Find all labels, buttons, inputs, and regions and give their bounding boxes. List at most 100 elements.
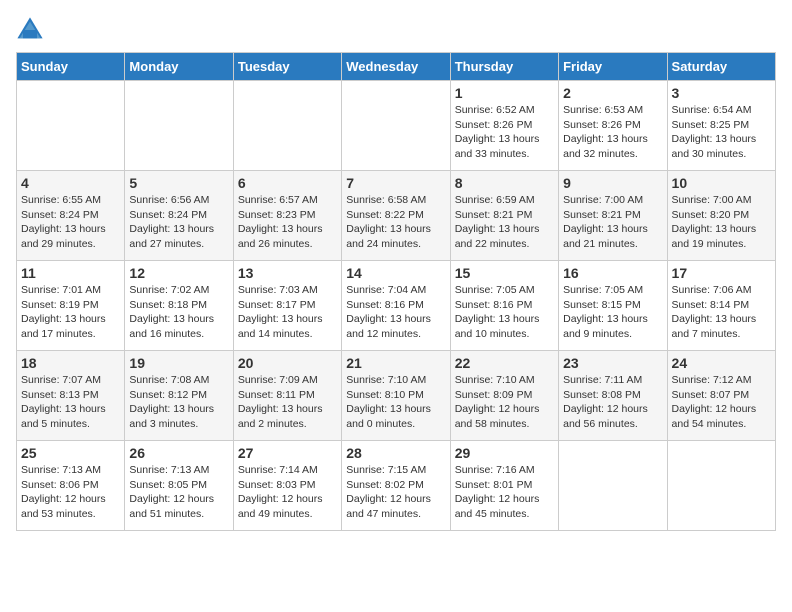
day-info: Sunrise: 7:11 AMSunset: 8:08 PMDaylight:… (563, 373, 662, 432)
day-number: 5 (129, 175, 228, 191)
day-number: 11 (21, 265, 120, 281)
day-info: Sunrise: 7:00 AMSunset: 8:21 PMDaylight:… (563, 193, 662, 252)
calendar-cell: 25 Sunrise: 7:13 AMSunset: 8:06 PMDayligh… (17, 441, 125, 531)
calendar-week-row: 18 Sunrise: 7:07 AMSunset: 8:13 PMDayligh… (17, 351, 776, 441)
day-number: 18 (21, 355, 120, 371)
calendar-cell (17, 81, 125, 171)
day-of-week-friday: Friday (559, 53, 667, 81)
calendar-cell: 13 Sunrise: 7:03 AMSunset: 8:17 PMDayligh… (233, 261, 341, 351)
day-of-week-thursday: Thursday (450, 53, 558, 81)
calendar-cell: 3 Sunrise: 6:54 AMSunset: 8:25 PMDaylight… (667, 81, 775, 171)
calendar-cell: 8Sunrise: 6:59 AMSunset: 8:21 PMDaylight… (450, 171, 558, 261)
day-info: Sunrise: 6:56 AMSunset: 8:24 PMDaylight:… (129, 193, 228, 252)
calendar-cell: 6Sunrise: 6:57 AMSunset: 8:23 PMDaylight… (233, 171, 341, 261)
calendar-cell: 10 Sunrise: 7:00 AMSunset: 8:20 PMDayligh… (667, 171, 775, 261)
day-info: Sunrise: 7:03 AMSunset: 8:17 PMDaylight:… (238, 283, 337, 342)
calendar-cell: 4 Sunrise: 6:55 AMSunset: 8:24 PMDaylight… (17, 171, 125, 261)
calendar-cell: 7 Sunrise: 6:58 AMSunset: 8:22 PMDaylight… (342, 171, 450, 261)
day-info: Sunrise: 6:59 AMSunset: 8:21 PMDaylight:… (455, 193, 554, 252)
calendar-table: SundayMondayTuesdayWednesdayThursdayFrid… (16, 52, 776, 531)
day-info: Sunrise: 7:06 AMSunset: 8:14 PMDaylight:… (672, 283, 771, 342)
day-number: 24 (672, 355, 771, 371)
calendar-cell: 16 Sunrise: 7:05 AMSunset: 8:15 PMDayligh… (559, 261, 667, 351)
calendar-cell (233, 81, 341, 171)
day-info: Sunrise: 7:00 AMSunset: 8:20 PMDaylight:… (672, 193, 771, 252)
day-info: Sunrise: 7:10 AMSunset: 8:09 PMDaylight:… (455, 373, 554, 432)
calendar-week-row: 11 Sunrise: 7:01 AMSunset: 8:19 PMDayligh… (17, 261, 776, 351)
calendar-cell (559, 441, 667, 531)
day-number: 25 (21, 445, 120, 461)
logo (16, 16, 48, 44)
day-of-week-monday: Monday (125, 53, 233, 81)
day-number: 3 (672, 85, 771, 101)
day-number: 16 (563, 265, 662, 281)
day-number: 4 (21, 175, 120, 191)
day-info: Sunrise: 7:12 AMSunset: 8:07 PMDaylight:… (672, 373, 771, 432)
calendar-header-row: SundayMondayTuesdayWednesdayThursdayFrid… (17, 53, 776, 81)
calendar-week-row: 1 Sunrise: 6:52 AMSunset: 8:26 PMDaylight… (17, 81, 776, 171)
day-info: Sunrise: 6:52 AMSunset: 8:26 PMDaylight:… (455, 103, 554, 162)
day-number: 27 (238, 445, 337, 461)
calendar-cell: 28Sunrise: 7:15 AMSunset: 8:02 PMDayligh… (342, 441, 450, 531)
day-number: 17 (672, 265, 771, 281)
day-number: 20 (238, 355, 337, 371)
calendar-cell: 2 Sunrise: 6:53 AMSunset: 8:26 PMDaylight… (559, 81, 667, 171)
day-info: Sunrise: 6:53 AMSunset: 8:26 PMDaylight:… (563, 103, 662, 162)
day-info: Sunrise: 7:04 AMSunset: 8:16 PMDaylight:… (346, 283, 445, 342)
day-of-week-saturday: Saturday (667, 53, 775, 81)
day-number: 10 (672, 175, 771, 191)
calendar-cell (125, 81, 233, 171)
day-info: Sunrise: 7:05 AMSunset: 8:15 PMDaylight:… (563, 283, 662, 342)
calendar-cell: 15Sunrise: 7:05 AMSunset: 8:16 PMDayligh… (450, 261, 558, 351)
calendar-cell: 29 Sunrise: 7:16 AMSunset: 8:01 PMDayligh… (450, 441, 558, 531)
calendar-cell: 24 Sunrise: 7:12 AMSunset: 8:07 PMDayligh… (667, 351, 775, 441)
day-number: 12 (129, 265, 228, 281)
header (16, 16, 776, 44)
day-info: Sunrise: 6:58 AMSunset: 8:22 PMDaylight:… (346, 193, 445, 252)
calendar-cell: 27Sunrise: 7:14 AMSunset: 8:03 PMDayligh… (233, 441, 341, 531)
day-number: 2 (563, 85, 662, 101)
day-number: 26 (129, 445, 228, 461)
day-number: 6 (238, 175, 337, 191)
day-number: 22 (455, 355, 554, 371)
day-info: Sunrise: 7:13 AMSunset: 8:05 PMDaylight:… (129, 463, 228, 522)
calendar-week-row: 4 Sunrise: 6:55 AMSunset: 8:24 PMDaylight… (17, 171, 776, 261)
calendar-cell: 23 Sunrise: 7:11 AMSunset: 8:08 PMDayligh… (559, 351, 667, 441)
calendar-cell: 19 Sunrise: 7:08 AMSunset: 8:12 PMDayligh… (125, 351, 233, 441)
calendar-cell: 18 Sunrise: 7:07 AMSunset: 8:13 PMDayligh… (17, 351, 125, 441)
day-number: 1 (455, 85, 554, 101)
day-number: 14 (346, 265, 445, 281)
calendar-cell: 14 Sunrise: 7:04 AMSunset: 8:16 PMDayligh… (342, 261, 450, 351)
calendar-cell: 11 Sunrise: 7:01 AMSunset: 8:19 PMDayligh… (17, 261, 125, 351)
day-number: 19 (129, 355, 228, 371)
day-info: Sunrise: 7:01 AMSunset: 8:19 PMDaylight:… (21, 283, 120, 342)
day-info: Sunrise: 6:54 AMSunset: 8:25 PMDaylight:… (672, 103, 771, 162)
day-info: Sunrise: 7:07 AMSunset: 8:13 PMDaylight:… (21, 373, 120, 432)
day-number: 21 (346, 355, 445, 371)
day-info: Sunrise: 7:13 AMSunset: 8:06 PMDaylight:… (21, 463, 120, 522)
day-number: 9 (563, 175, 662, 191)
day-number: 15 (455, 265, 554, 281)
calendar-cell: 22 Sunrise: 7:10 AMSunset: 8:09 PMDayligh… (450, 351, 558, 441)
day-info: Sunrise: 7:16 AMSunset: 8:01 PMDaylight:… (455, 463, 554, 522)
day-info: Sunrise: 7:10 AMSunset: 8:10 PMDaylight:… (346, 373, 445, 432)
day-number: 13 (238, 265, 337, 281)
day-of-week-tuesday: Tuesday (233, 53, 341, 81)
calendar-cell: 21 Sunrise: 7:10 AMSunset: 8:10 PMDayligh… (342, 351, 450, 441)
day-of-week-wednesday: Wednesday (342, 53, 450, 81)
day-info: Sunrise: 6:55 AMSunset: 8:24 PMDaylight:… (21, 193, 120, 252)
day-number: 28 (346, 445, 445, 461)
calendar-cell: 1 Sunrise: 6:52 AMSunset: 8:26 PMDaylight… (450, 81, 558, 171)
calendar-cell: 17 Sunrise: 7:06 AMSunset: 8:14 PMDayligh… (667, 261, 775, 351)
day-info: Sunrise: 7:09 AMSunset: 8:11 PMDaylight:… (238, 373, 337, 432)
logo-icon (16, 16, 44, 44)
day-of-week-sunday: Sunday (17, 53, 125, 81)
day-number: 23 (563, 355, 662, 371)
calendar-cell: 20 Sunrise: 7:09 AMSunset: 8:11 PMDayligh… (233, 351, 341, 441)
calendar-week-row: 25 Sunrise: 7:13 AMSunset: 8:06 PMDayligh… (17, 441, 776, 531)
day-number: 7 (346, 175, 445, 191)
calendar-cell: 26 Sunrise: 7:13 AMSunset: 8:05 PMDayligh… (125, 441, 233, 531)
calendar-cell (667, 441, 775, 531)
day-info: Sunrise: 7:08 AMSunset: 8:12 PMDaylight:… (129, 373, 228, 432)
day-number: 29 (455, 445, 554, 461)
